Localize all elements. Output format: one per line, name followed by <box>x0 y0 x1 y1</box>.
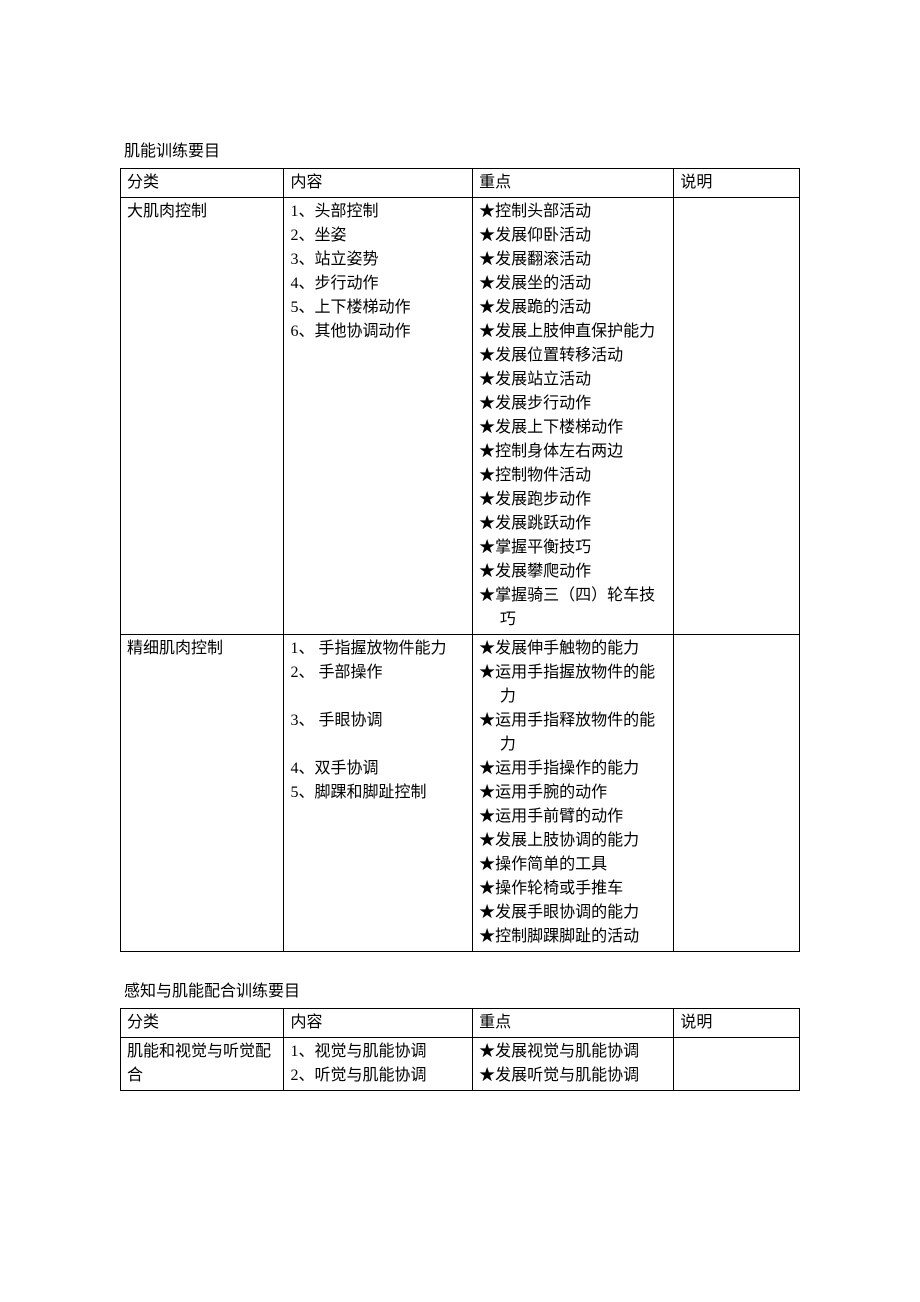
list-item: 6、其他协调动作 <box>290 320 466 344</box>
list-item: ★发展翻滚活动 <box>479 248 667 272</box>
list-item: ★操作轮椅或手推车 <box>479 877 667 901</box>
list-item: 1、视觉与肌能协调 <box>290 1040 466 1064</box>
cell-content: 1、 手指握放物件能力2、 手部操作 3、 手眼协调 4、双手协调5、脚踝和脚趾… <box>284 635 473 952</box>
list-item: ★运用手指操作的能力 <box>479 757 667 781</box>
list-item: 2、听觉与肌能协调 <box>290 1064 466 1088</box>
list-item: ★发展攀爬动作 <box>479 560 667 584</box>
list-item: 1、头部控制 <box>290 200 466 224</box>
list-item: ★控制身体左右两边 <box>479 440 667 464</box>
list-item: ★发展伸手触物的能力 <box>479 637 667 661</box>
list-item: ★运用手指释放物件的能力 <box>479 709 667 757</box>
header-note: 说明 <box>674 1009 800 1038</box>
cell-note <box>674 635 800 952</box>
list-item: ★发展上肢伸直保护能力 <box>479 320 667 344</box>
header-points: 重点 <box>473 169 674 198</box>
table-row: 精细肌肉控制 1、 手指握放物件能力2、 手部操作 3、 手眼协调 4、双手协调… <box>121 635 800 952</box>
list-item: ★发展仰卧活动 <box>479 224 667 248</box>
table-row: 肌能和视觉与听觉配合 1、视觉与肌能协调2、听觉与肌能协调 ★发展视觉与肌能协调… <box>121 1038 800 1091</box>
cell-content: 1、头部控制2、坐姿3、站立姿势4、步行动作5、上下楼梯动作6、其他协调动作 <box>284 198 473 635</box>
list-item <box>290 685 466 709</box>
cell-points: ★发展视觉与肌能协调★发展听觉与肌能协调 <box>473 1038 674 1091</box>
header-content: 内容 <box>284 1009 473 1038</box>
list-item: ★发展坐的活动 <box>479 272 667 296</box>
section2-table: 分类 内容 重点 说明 肌能和视觉与听觉配合 1、视觉与肌能协调2、听觉与肌能协… <box>120 1008 800 1091</box>
list-item: ★发展位置转移活动 <box>479 344 667 368</box>
list-item: ★运用手腕的动作 <box>479 781 667 805</box>
list-item: 5、上下楼梯动作 <box>290 296 466 320</box>
list-item: ★运用手指握放物件的能力 <box>479 661 667 709</box>
list-item: ★发展视觉与肌能协调 <box>479 1040 667 1064</box>
header-category: 分类 <box>121 1009 284 1038</box>
header-content: 内容 <box>284 169 473 198</box>
list-item: ★掌握骑三（四）轮车技巧 <box>479 584 667 632</box>
cell-points: ★控制头部活动★发展仰卧活动★发展翻滚活动★发展坐的活动★发展跪的活动★发展上肢… <box>473 198 674 635</box>
cell-category: 大肌肉控制 <box>121 198 284 635</box>
cell-category: 肌能和视觉与听觉配合 <box>121 1038 284 1091</box>
list-item: ★控制头部活动 <box>479 200 667 224</box>
list-item: 4、步行动作 <box>290 272 466 296</box>
list-item: ★运用手前臂的动作 <box>479 805 667 829</box>
list-item: ★掌握平衡技巧 <box>479 536 667 560</box>
list-item: 3、站立姿势 <box>290 248 466 272</box>
cell-note <box>674 1038 800 1091</box>
list-item: 1、 手指握放物件能力 <box>290 637 466 661</box>
list-item: ★发展上肢协调的能力 <box>479 829 667 853</box>
list-item: 4、双手协调 <box>290 757 466 781</box>
table-row: 大肌肉控制 1、头部控制2、坐姿3、站立姿势4、步行动作5、上下楼梯动作6、其他… <box>121 198 800 635</box>
header-points: 重点 <box>473 1009 674 1038</box>
cell-category: 精细肌肉控制 <box>121 635 284 952</box>
header-category: 分类 <box>121 169 284 198</box>
header-note: 说明 <box>674 169 800 198</box>
list-item: ★发展跪的活动 <box>479 296 667 320</box>
table-header-row: 分类 内容 重点 说明 <box>121 1009 800 1038</box>
table-header-row: 分类 内容 重点 说明 <box>121 169 800 198</box>
section1-title: 肌能训练要目 <box>124 140 800 164</box>
list-item <box>290 733 466 757</box>
list-item: ★控制脚踝脚趾的活动 <box>479 925 667 949</box>
list-item: ★发展跳跃动作 <box>479 512 667 536</box>
list-item: ★发展跑步动作 <box>479 488 667 512</box>
list-item: 2、 手部操作 <box>290 661 466 685</box>
cell-note <box>674 198 800 635</box>
list-item: ★发展上下楼梯动作 <box>479 416 667 440</box>
list-item: 5、脚踝和脚趾控制 <box>290 781 466 805</box>
section1-table: 分类 内容 重点 说明 大肌肉控制 1、头部控制2、坐姿3、站立姿势4、步行动作… <box>120 168 800 952</box>
list-item: ★发展手眼协调的能力 <box>479 901 667 925</box>
list-item: ★发展步行动作 <box>479 392 667 416</box>
list-item: ★发展站立活动 <box>479 368 667 392</box>
section2-title: 感知与肌能配合训练要目 <box>124 980 800 1004</box>
list-item: 3、 手眼协调 <box>290 709 466 733</box>
list-item: ★发展听觉与肌能协调 <box>479 1064 667 1088</box>
cell-points: ★发展伸手触物的能力★运用手指握放物件的能力★运用手指释放物件的能力★运用手指操… <box>473 635 674 952</box>
list-item: ★控制物件活动 <box>479 464 667 488</box>
list-item: 2、坐姿 <box>290 224 466 248</box>
list-item: ★操作简单的工具 <box>479 853 667 877</box>
cell-content: 1、视觉与肌能协调2、听觉与肌能协调 <box>284 1038 473 1091</box>
